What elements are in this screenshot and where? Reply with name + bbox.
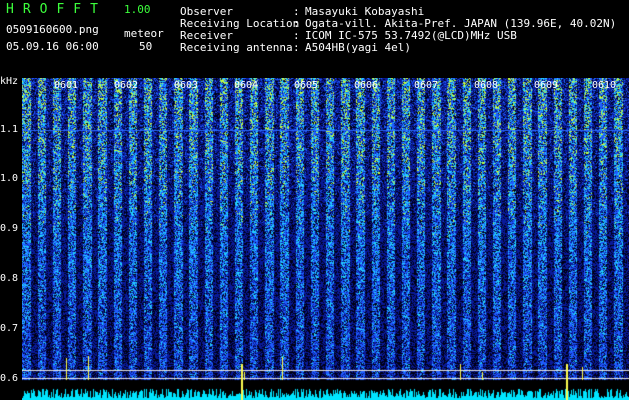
spectrogram-canvas (22, 78, 629, 400)
time-mark: 0608 (474, 80, 499, 91)
filename-label: 0509160600.png (6, 23, 99, 36)
meteor-count: 50 (139, 40, 153, 53)
time-mark: 0606 (354, 80, 379, 91)
time-mark: 0609 (534, 80, 559, 91)
y-tick: 0.6 (0, 373, 19, 384)
app-version: 1.00 (124, 3, 151, 16)
y-tick: 1.1 (0, 124, 19, 135)
time-mark: 0604 (234, 80, 259, 91)
antenna-label: Receiving antenna (180, 41, 293, 54)
time-mark: 0601 (54, 80, 79, 91)
time-mark: 0603 (174, 80, 199, 91)
time-mark: 0607 (414, 80, 439, 91)
antenna-colon: : (293, 41, 300, 54)
antenna-value: A504HB(yagi 4el) (305, 41, 411, 54)
time-mark: 0610 (592, 80, 617, 91)
y-tick: 0.7 (0, 323, 19, 334)
y-tick: 0.9 (0, 223, 19, 234)
app-title: HROFFT (6, 2, 107, 17)
datetime-label: 05.09.16 06:00 (6, 40, 99, 53)
meteor-label: meteor (124, 27, 164, 40)
time-mark: 0605 (294, 80, 319, 91)
y-tick: 0.8 (0, 273, 19, 284)
y-axis-unit: kHz (0, 76, 19, 87)
y-tick: 1.0 (0, 173, 19, 184)
time-mark: 0602 (114, 80, 139, 91)
